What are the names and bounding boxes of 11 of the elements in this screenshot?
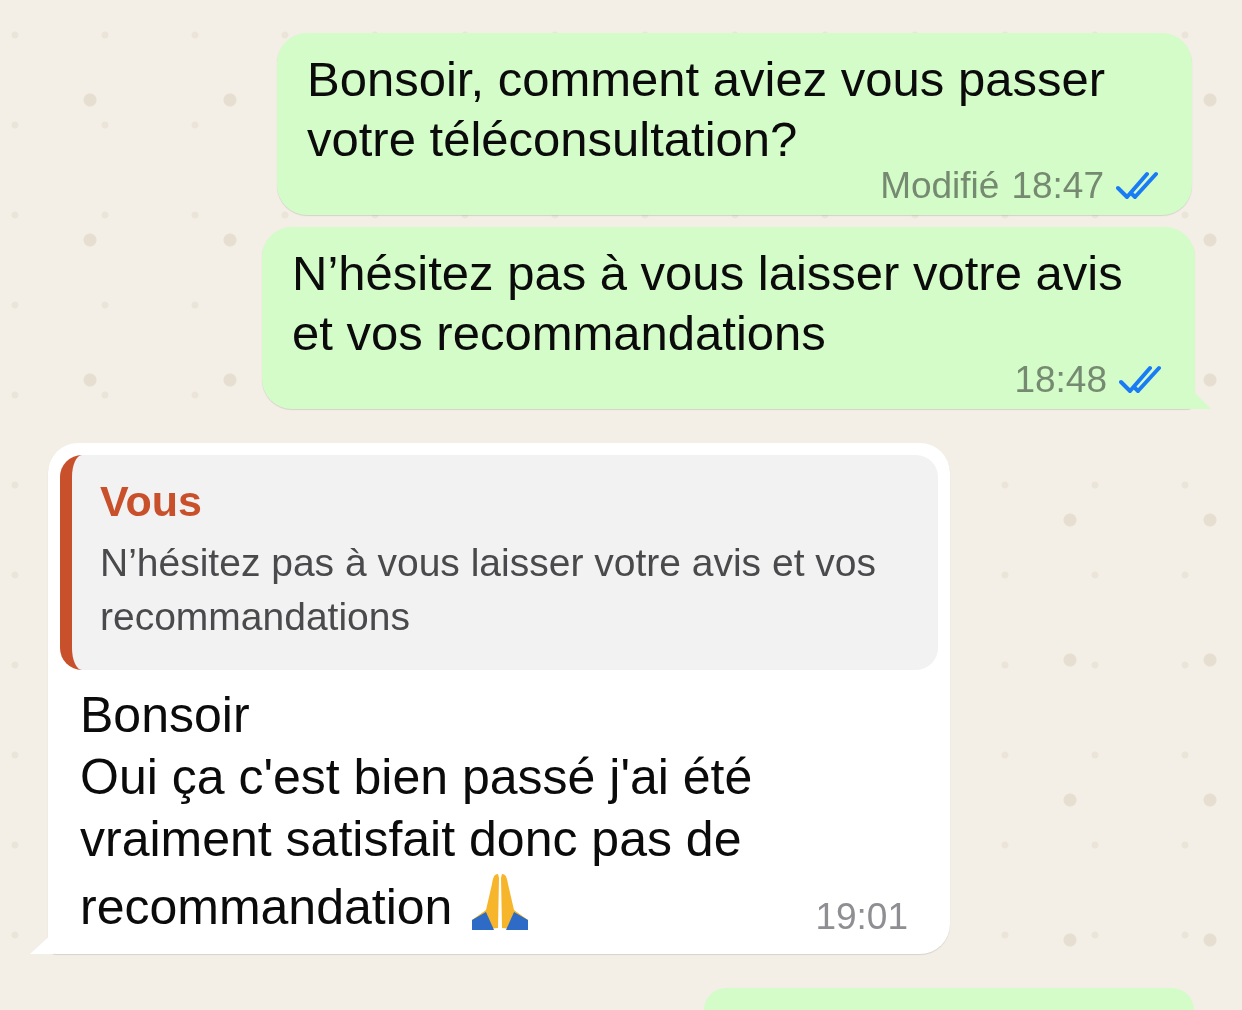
quoted-message[interactable]: Vous N’hésitez pas à vous laisser votre avis et vos recommandations bbox=[60, 455, 938, 670]
message-text: Bonsoir, comment aviez vous passer votre téléconsultation? bbox=[307, 51, 1106, 168]
quote-author: Vous bbox=[100, 477, 203, 526]
message-text: Oui ça c'est bien passé j'ai été vraiment satisfait donc pas de recommandation bbox=[80, 748, 754, 937]
message-time: 19:01 bbox=[815, 896, 908, 937]
message-text: N’hésitez pas à vous laisser votre avis et vos recommandations bbox=[292, 245, 1124, 362]
quote-text: N’hésitez pas à vous laisser votre avis et vos recommandations bbox=[100, 540, 877, 640]
edited-label: Modifié bbox=[880, 165, 1000, 207]
message-time: 18:47 bbox=[1011, 165, 1104, 207]
message-text: Bonsoir bbox=[80, 686, 251, 745]
message-time: 18:48 bbox=[1014, 359, 1107, 401]
